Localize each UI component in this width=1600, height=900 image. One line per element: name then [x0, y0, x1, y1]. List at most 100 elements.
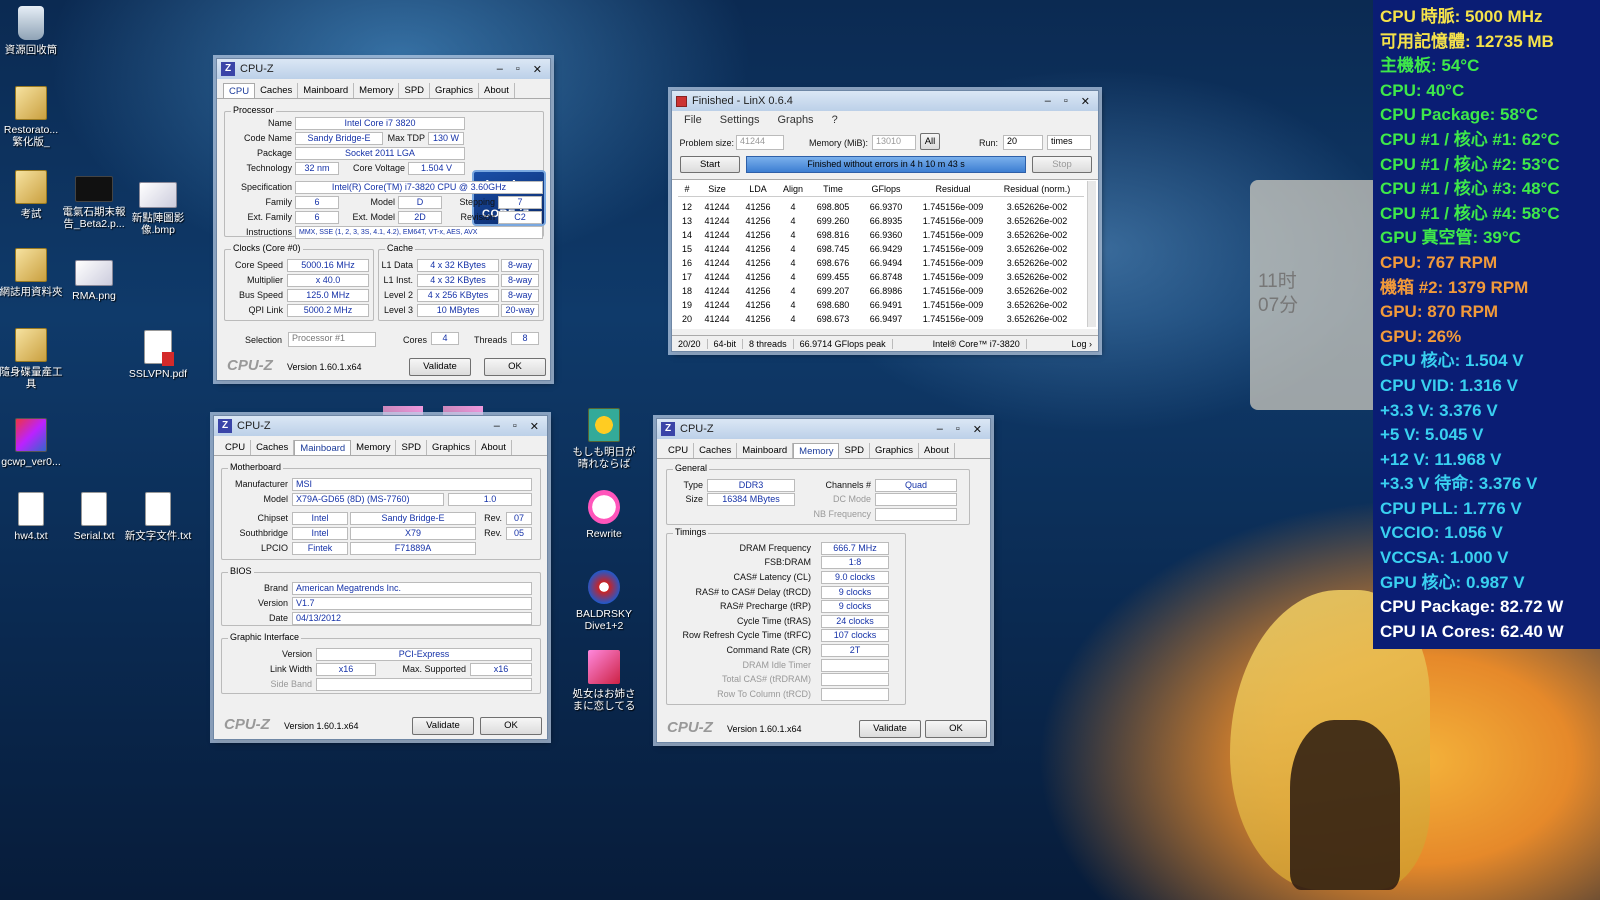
close-button[interactable]: ✕ [973, 423, 982, 436]
tab-graphics[interactable]: Graphics [870, 443, 920, 458]
desktop-icon-hw4[interactable]: hw4.txt [0, 492, 65, 542]
cpuz-mainboard-window[interactable]: Z CPU-Z – ▫ ✕ CPU Caches Mainboard Memory S… [213, 415, 548, 740]
desktop-icon-exam[interactable]: 考試 [0, 170, 65, 220]
desktop-icon-bitmap[interactable]: 新點陣圖影像.bmp [124, 182, 192, 236]
result-cell: 3.652626e-002 [1006, 202, 1068, 212]
sensor-reading: CPU Package: 58°C [1380, 105, 1538, 125]
start-button[interactable]: Start [680, 156, 740, 173]
tab-cpu[interactable]: CPU [220, 440, 252, 455]
validate-button[interactable]: Validate [409, 358, 471, 376]
desktop-icon-rma[interactable]: RMA.png [60, 260, 128, 302]
result-cell: 41244 [704, 216, 730, 226]
menu-settings[interactable]: Settings [720, 114, 760, 126]
result-cell: 4 [790, 314, 796, 324]
tab-memory[interactable]: Memory [793, 443, 840, 458]
menu-help[interactable]: ? [832, 114, 838, 126]
tab-mainboard[interactable]: Mainboard [298, 83, 355, 98]
log-button[interactable]: Log › [1065, 339, 1098, 349]
ok-button[interactable]: OK [925, 720, 987, 738]
run-count-select[interactable]: 20 [1003, 135, 1043, 150]
maximize-button[interactable]: ▫ [956, 423, 960, 436]
desktop-icon-baldrsky[interactable]: BALDRSKY Dive1+2 [570, 570, 638, 632]
sensor-reading: CPU: 767 RPM [1380, 252, 1498, 272]
tab-about[interactable]: About [479, 83, 515, 98]
title-bar[interactable]: Z CPU-Z – ▫ ✕ [217, 59, 550, 79]
linx-window[interactable]: Finished - LinX 0.6.4 – ▫ ✕ File Settings … [671, 90, 1099, 352]
tab-cpu[interactable]: CPU [223, 83, 256, 98]
cpuz-memory-window[interactable]: Z CPU-Z – ▫ ✕ CPU Caches Mainboard Memory S… [656, 418, 991, 743]
title-bar[interactable]: Z CPU-Z – ▫ ✕ [214, 416, 547, 436]
desktop-icon-moshimo[interactable]: もしも明日が晴れならば [570, 408, 638, 470]
validate-button[interactable]: Validate [859, 720, 921, 738]
close-button[interactable]: ✕ [530, 420, 539, 433]
cpuz-cpu-window[interactable]: Z CPU-Z – ▫ ✕ CPU Caches Mainboard Memory S… [216, 58, 551, 381]
desktop-icon-blog-folder[interactable]: 網誌用資料夾 [0, 248, 65, 298]
result-cell: 41256 [745, 202, 771, 212]
minimize-button[interactable]: – [1045, 95, 1051, 108]
sensor-reading: +5 V: 5.045 V [1380, 425, 1484, 445]
result-cell: 4 [790, 216, 796, 226]
minimize-button[interactable]: – [497, 63, 503, 76]
ok-button[interactable]: OK [484, 358, 546, 376]
desktop-icon-usb-tool[interactable]: 隨身碟量產工具 [0, 328, 65, 390]
results-scrollbar[interactable] [1087, 181, 1096, 327]
minimize-button[interactable]: – [494, 420, 500, 433]
menu-file[interactable]: File [684, 114, 702, 126]
desktop-icon-rewrite[interactable]: Rewrite [570, 490, 638, 540]
desktop-icon-recycle-bin[interactable]: 資源回收筒 [0, 6, 65, 56]
maximize-button[interactable]: ▫ [1064, 95, 1068, 108]
all-memory-button[interactable]: All [920, 133, 940, 150]
run-unit-select[interactable]: times [1047, 135, 1091, 150]
memory-input[interactable]: 13010 [872, 135, 916, 150]
result-cell: 3.652626e-002 [1006, 272, 1068, 282]
ok-button[interactable]: OK [480, 717, 542, 735]
progress-status-bar: Finished without errors in 4 h 10 m 43 s [746, 156, 1026, 173]
result-cell: 3.652626e-002 [1006, 230, 1068, 240]
tab-caches[interactable]: Caches [255, 83, 299, 98]
sunflower-icon [588, 408, 620, 442]
desktop-icon-restorator[interactable]: Restorato... 繁化版_ [0, 86, 65, 148]
tab-about[interactable]: About [476, 440, 512, 455]
result-cell: 66.9497 [869, 314, 903, 324]
tab-memory[interactable]: Memory [351, 440, 397, 455]
result-cell: 1.745156e-009 [922, 300, 984, 310]
cpu-name: Intel Core i7 3820 [295, 117, 465, 130]
tab-bar: CPU Caches Mainboard Memory SPD Graphics… [214, 436, 547, 456]
processor-select[interactable]: Processor #1 [288, 332, 376, 347]
validate-button[interactable]: Validate [412, 717, 474, 735]
tab-spd[interactable]: SPD [399, 83, 431, 98]
desktop-icon-serial[interactable]: Serial.txt [60, 492, 128, 542]
desktop-icon-sslvpn[interactable]: SSLVPN.pdf [124, 330, 192, 380]
stop-button[interactable]: Stop [1032, 156, 1092, 173]
tab-mainboard[interactable]: Mainboard [294, 440, 352, 455]
tab-mainboard[interactable]: Mainboard [737, 443, 794, 458]
tab-about[interactable]: About [919, 443, 955, 458]
close-button[interactable]: ✕ [1081, 95, 1090, 108]
desktop-icon-gcwp[interactable]: gcwp_ver0... [0, 418, 65, 468]
tab-caches[interactable]: Caches [251, 440, 295, 455]
problem-size-input[interactable]: 41244 [736, 135, 784, 150]
max-tdp: 130 W [428, 132, 464, 145]
tab-spd[interactable]: SPD [396, 440, 428, 455]
desktop-icon-new-text[interactable]: 新文字文件.txt [124, 492, 192, 542]
tab-cpu[interactable]: CPU [663, 443, 695, 458]
result-cell: 4 [790, 230, 796, 240]
maximize-button[interactable]: ▫ [516, 63, 520, 76]
close-button[interactable]: ✕ [533, 63, 542, 76]
result-cell: 4 [790, 300, 796, 310]
tab-spd[interactable]: SPD [839, 443, 871, 458]
menu-graphs[interactable]: Graphs [777, 114, 813, 126]
result-cell: 698.745 [816, 244, 850, 254]
title-bar[interactable]: Finished - LinX 0.6.4 – ▫ ✕ [672, 91, 1098, 111]
title-bar[interactable]: Z CPU-Z – ▫ ✕ [657, 419, 990, 439]
tab-graphics[interactable]: Graphics [427, 440, 477, 455]
minimize-button[interactable]: – [937, 423, 943, 436]
tab-memory[interactable]: Memory [354, 83, 400, 98]
tab-caches[interactable]: Caches [694, 443, 738, 458]
result-cell: 14 [681, 230, 692, 240]
desktop-icon-pptx[interactable]: 電氣石期末報告_Beta2.p... [60, 176, 128, 230]
desktop-icon-otoboku[interactable]: 処女はお姉さまに恋してる [570, 650, 638, 712]
maximize-button[interactable]: ▫ [513, 420, 517, 433]
sensor-monitor-panel: CPU 時脈: 5000 MHz 可用記憶體: 12735 MB 主機板: 54°C… [1373, 0, 1600, 649]
tab-graphics[interactable]: Graphics [430, 83, 480, 98]
